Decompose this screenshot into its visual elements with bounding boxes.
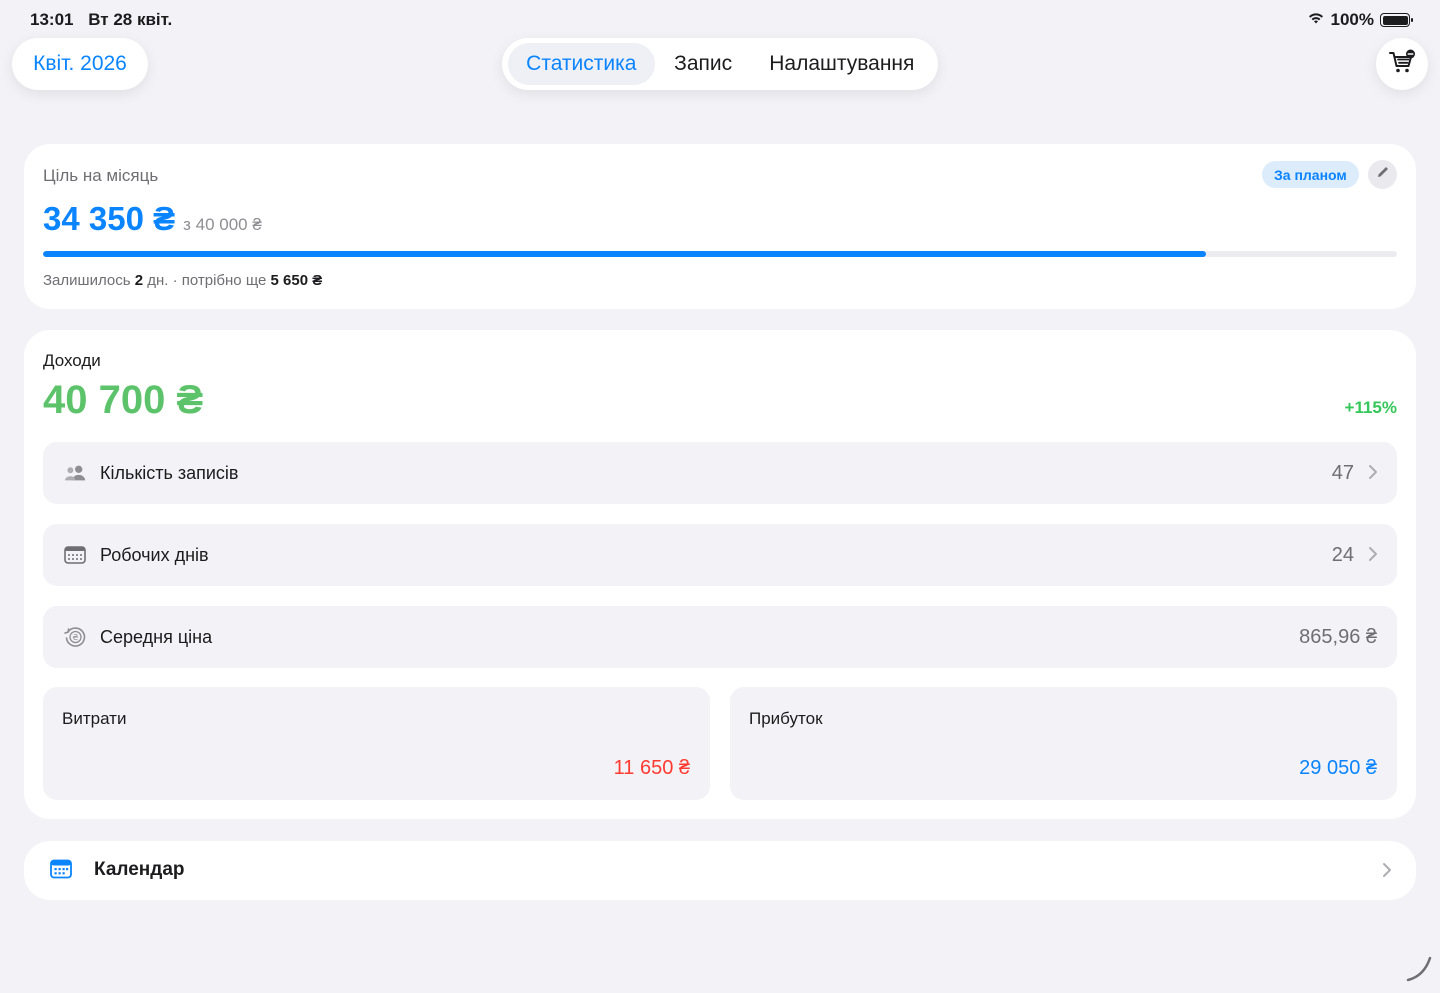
calendar-label: Календар xyxy=(94,859,185,880)
goal-progress-bar xyxy=(43,251,1397,257)
pencil-icon xyxy=(1376,165,1390,184)
status-indicators: 100% xyxy=(1307,10,1413,30)
month-label: Квіт. 2026 xyxy=(33,52,127,75)
income-title: Доходи xyxy=(43,351,101,370)
days-left-value: 2 xyxy=(134,272,144,289)
monthly-goal-card: Ціль на місяць За планом 34 350 ₴ з 40 0… xyxy=(24,144,1416,309)
tab-settings-label: Налаштування xyxy=(769,52,915,75)
tab-statistics[interactable]: Статистика xyxy=(508,43,655,85)
income-card: Доходи 40 700 ₴ +115% Кількість записів … xyxy=(24,330,1416,819)
status-time-date: 13:01 Вт 28 квіт. xyxy=(30,10,182,30)
calendar-row[interactable]: Календар xyxy=(24,841,1416,900)
expenses-label: Витрати xyxy=(62,709,127,728)
battery-icon xyxy=(1380,13,1413,27)
cart-icon xyxy=(1388,49,1416,80)
days-left-prefix: Залишилось xyxy=(43,272,131,289)
row-bookings-value: 47 xyxy=(1331,461,1354,484)
expenses-value: 11 650 ₴ xyxy=(613,757,690,779)
income-value: 40 700 ₴ xyxy=(43,378,204,422)
calendar-grid-icon xyxy=(63,543,87,567)
days-left-suffix: дн. · потрібно ще xyxy=(147,272,267,289)
resize-handle-icon[interactable] xyxy=(1404,954,1434,989)
hryvnia-clock-icon: ₴ xyxy=(63,625,87,649)
status-date: Вт 28 квіт. xyxy=(88,10,173,29)
on-track-badge: За планом xyxy=(1262,161,1359,188)
main-tabs: Статистика Запис Налаштування xyxy=(502,38,938,90)
goal-current-value: 34 350 ₴ xyxy=(43,200,176,237)
chevron-right-icon xyxy=(1368,546,1378,567)
row-average-price-value: 865,96 ₴ xyxy=(1299,625,1377,648)
profit-value: 29 050 ₴ xyxy=(1299,757,1377,779)
row-working-days-value: 24 xyxy=(1331,543,1354,566)
battery-fill xyxy=(1382,15,1408,25)
profit-tile: Прибуток 29 050 ₴ xyxy=(730,687,1397,800)
chevron-right-icon xyxy=(1368,464,1378,485)
wifi-icon xyxy=(1307,10,1325,30)
tab-booking[interactable]: Запис xyxy=(655,43,752,85)
month-selector-button[interactable]: Квіт. 2026 xyxy=(12,38,148,90)
row-working-days[interactable]: Робочих днів 24 xyxy=(43,524,1397,586)
on-track-badge-label: За планом xyxy=(1274,166,1347,183)
tab-statistics-label: Статистика xyxy=(526,52,637,75)
chevron-right-icon xyxy=(1382,862,1392,883)
cart-button[interactable] xyxy=(1376,38,1428,90)
expenses-tile: Витрати 11 650 ₴ xyxy=(43,687,710,800)
status-bar: 13:01 Вт 28 квіт. 100% xyxy=(0,0,1440,38)
row-working-days-label: Робочих днів xyxy=(100,544,209,565)
remaining-amount: 5 650 ₴ xyxy=(270,272,323,289)
goal-remaining-text: Залишилось 2 дн. · потрібно ще 5 650 ₴ xyxy=(43,272,322,289)
goal-title: Ціль на місяць xyxy=(43,166,159,185)
calendar-icon xyxy=(50,859,72,884)
goal-progress-fill xyxy=(43,251,1207,257)
tab-booking-label: Запис xyxy=(674,52,733,75)
tab-settings[interactable]: Налаштування xyxy=(752,43,932,85)
goal-amount: 34 350 ₴ з 40 000 ₴ xyxy=(43,200,262,238)
battery-percent: 100% xyxy=(1330,10,1374,29)
row-average-price: ₴ Середня ціна 865,96 ₴ xyxy=(43,606,1397,668)
row-bookings-label: Кількість записів xyxy=(100,462,239,483)
status-time: 13:01 xyxy=(30,10,74,29)
income-change: +115% xyxy=(1344,398,1397,417)
profit-label: Прибуток xyxy=(749,709,823,728)
edit-goal-button[interactable] xyxy=(1368,160,1397,189)
goal-target-value: з 40 000 ₴ xyxy=(183,215,262,234)
row-bookings-count[interactable]: Кількість записів 47 xyxy=(43,442,1397,504)
svg-text:₴: ₴ xyxy=(72,633,78,642)
row-average-price-label: Середня ціна xyxy=(100,626,213,647)
people-icon xyxy=(63,461,87,485)
